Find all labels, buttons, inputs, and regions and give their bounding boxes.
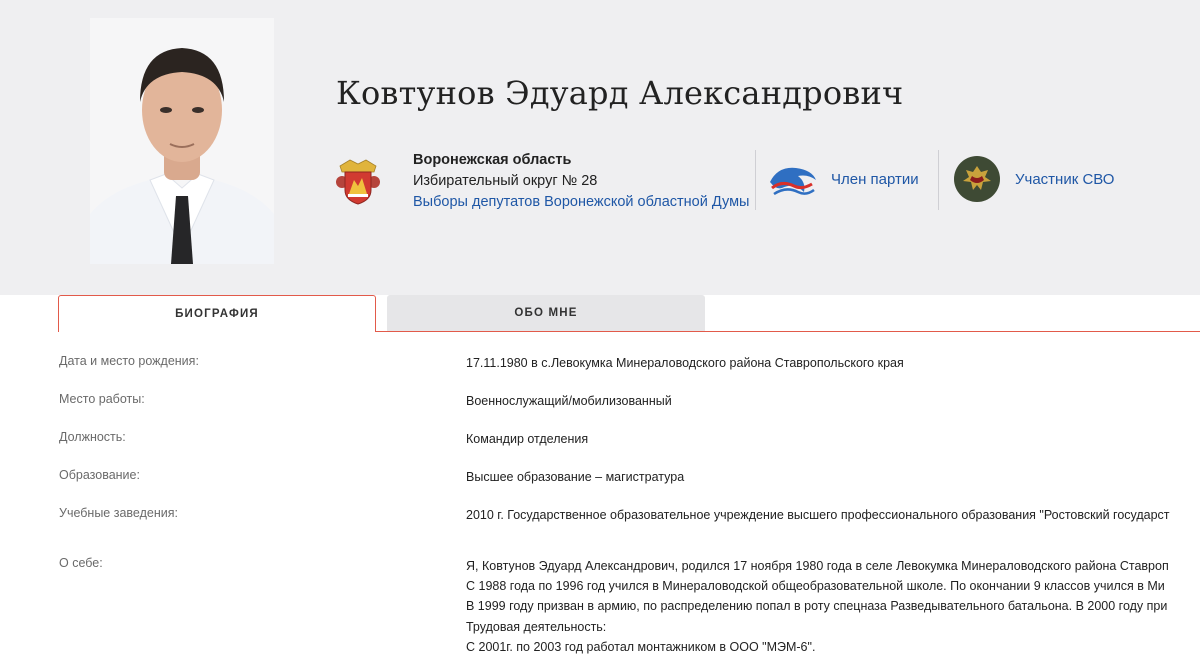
about-line: С 1988 года по 1996 год учился в Минерал… (466, 579, 1165, 594)
tab-about-me[interactable]: ОБО МНЕ (387, 295, 705, 331)
schools-value: 2010 г. Государственное образовательное … (466, 508, 1170, 522)
about-line: В 1999 году призван в армию, по распреде… (466, 599, 1168, 614)
schools-label: Учебные заведения: (59, 506, 178, 520)
region-info: Воронежская область Избирательный округ … (413, 150, 749, 213)
header-divider (938, 150, 939, 210)
birth-label: Дата и место рождения: (59, 354, 199, 368)
armed-forces-emblem-icon (954, 156, 1000, 202)
education-label: Образование: (59, 468, 140, 482)
profile-header: Ковтунов Эдуард Александрович Воронежска… (0, 0, 1200, 295)
header-divider (755, 150, 756, 210)
svo-participant-link[interactable]: Участник СВО (1015, 171, 1114, 188)
region-name: Воронежская область (413, 152, 572, 168)
tab-biography[interactable]: БИОГРАФИЯ (58, 295, 376, 332)
candidate-photo (90, 18, 274, 264)
about-line: Я, Ковтунов Эдуард Александрович, родилс… (466, 559, 1169, 573)
position-label: Должность: (59, 430, 126, 444)
work-label: Место работы: (59, 392, 145, 406)
work-value: Военнослужащий/мобилизованный (466, 394, 672, 408)
education-value: Высшее образование – магистратура (466, 470, 685, 484)
about-line: С 2001г. по 2003 год работал монтажником… (466, 639, 816, 654)
about-text: Я, Ковтунов Эдуард Александрович, родилс… (466, 556, 1169, 657)
about-line: Трудовая деятельность: (466, 619, 607, 634)
birth-value: 17.11.1980 в с.Левокумка Минераловодског… (466, 356, 904, 370)
elections-link[interactable]: Выборы депутатов Воронежской областной Д… (413, 192, 749, 213)
position-value: Командир отделения (466, 432, 589, 446)
united-russia-bear-icon (768, 162, 818, 200)
about-label: О себе: (59, 556, 103, 570)
electoral-district: Избирательный округ № 28 (413, 173, 598, 189)
voronezh-coat-of-arms-icon (334, 156, 382, 206)
party-member-link[interactable]: Член партии (831, 171, 919, 188)
candidate-name: Ковтунов Эдуард Александрович (336, 74, 904, 112)
